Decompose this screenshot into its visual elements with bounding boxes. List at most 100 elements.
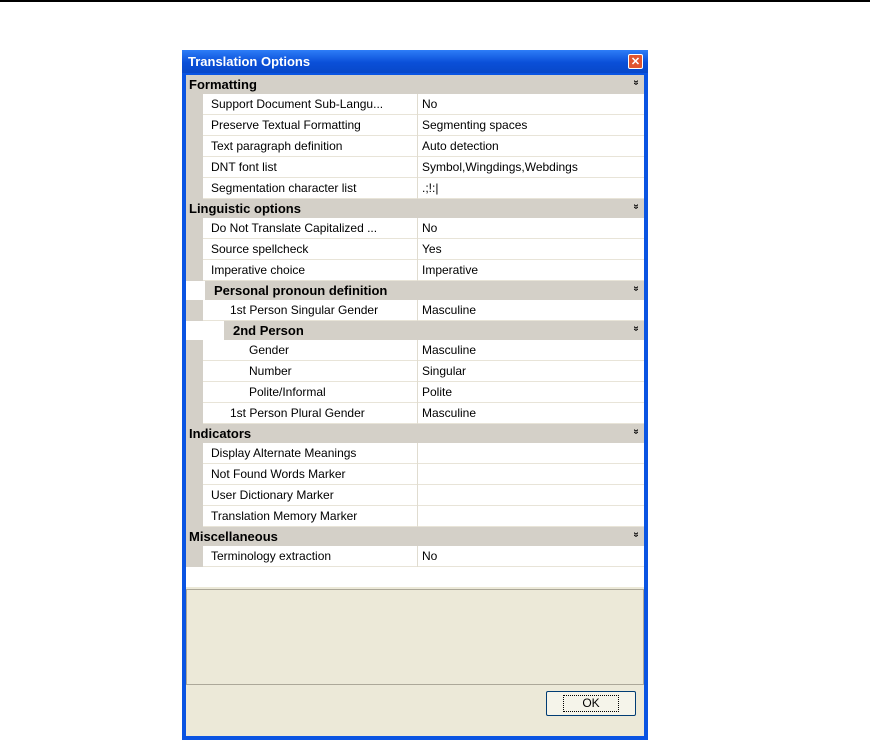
collapse-chevron-icon[interactable]: » [631, 204, 642, 210]
row-margin [186, 260, 203, 281]
category-label: Indicators [189, 426, 252, 441]
property-name: Polite/Informal [249, 385, 326, 399]
category-label: Personal pronoun definition [214, 283, 388, 298]
property-row[interactable]: Not Found Words Marker [186, 464, 644, 485]
column-divider[interactable] [417, 260, 418, 281]
row-margin [186, 464, 203, 485]
property-name: Imperative choice [211, 263, 306, 277]
property-value[interactable]: No [422, 549, 437, 563]
property-value[interactable]: Auto detection [422, 139, 499, 153]
property-row[interactable]: Number Singular [186, 361, 644, 382]
property-value[interactable]: Masculine [422, 303, 476, 317]
property-row[interactable]: Do Not Translate Capitalized ... No [186, 218, 644, 239]
column-divider[interactable] [417, 218, 418, 239]
title-bar[interactable]: Translation Options ✕ [182, 50, 648, 73]
property-grid: Formatting » Support Document Sub-Langu...… [186, 75, 644, 587]
column-divider[interactable] [417, 485, 418, 506]
property-row[interactable]: Preserve Textual Formatting Segmenting sp… [186, 115, 644, 136]
property-row[interactable]: Terminology extraction No [186, 546, 644, 567]
property-row[interactable]: DNT font list Symbol,Wingdings,Webdings [186, 157, 644, 178]
category-label: Linguistic options [189, 201, 301, 216]
property-row[interactable]: Text paragraph definition Auto detection [186, 136, 644, 157]
category-miscellaneous[interactable]: Miscellaneous » [186, 527, 644, 546]
property-name: Segmentation character list [211, 181, 357, 195]
collapse-chevron-icon[interactable]: » [631, 286, 642, 292]
row-margin [186, 443, 203, 464]
row-margin [186, 136, 203, 157]
property-value[interactable]: Symbol,Wingdings,Webdings [422, 160, 578, 174]
category-personal-pronoun-definition[interactable]: Personal pronoun definition » [205, 281, 644, 300]
column-divider[interactable] [417, 340, 418, 361]
property-row[interactable]: Translation Memory Marker [186, 506, 644, 527]
property-value[interactable]: .;!:| [422, 181, 438, 195]
row-margin [186, 361, 203, 382]
property-value[interactable]: Yes [422, 242, 442, 256]
category-linguistic-options[interactable]: Linguistic options » [186, 199, 644, 218]
row-margin [186, 239, 203, 260]
collapse-chevron-icon[interactable]: » [631, 429, 642, 435]
property-name: Display Alternate Meanings [211, 446, 357, 460]
column-divider[interactable] [417, 115, 418, 136]
collapse-chevron-icon[interactable]: » [631, 80, 642, 86]
category-formatting[interactable]: Formatting » [186, 75, 644, 94]
collapse-chevron-icon[interactable]: » [631, 326, 642, 332]
collapse-chevron-icon[interactable]: » [631, 532, 642, 538]
column-divider[interactable] [417, 94, 418, 115]
ok-button-label: OK [563, 695, 619, 712]
property-row[interactable]: 1st Person Plural Gender Masculine [186, 403, 644, 424]
property-row[interactable]: Source spellcheck Yes [186, 239, 644, 260]
column-divider[interactable] [417, 361, 418, 382]
property-value[interactable]: Imperative [422, 263, 478, 277]
property-name: Not Found Words Marker [211, 467, 346, 481]
row-margin [186, 157, 203, 178]
property-row[interactable]: Imperative choice Imperative [186, 260, 644, 281]
property-name: Support Document Sub-Langu... [211, 97, 384, 111]
row-margin [186, 115, 203, 136]
property-value[interactable]: No [422, 221, 437, 235]
column-divider[interactable] [417, 157, 418, 178]
row-margin [186, 178, 203, 199]
category-2nd-person[interactable]: 2nd Person » [224, 321, 644, 340]
property-name: Number [249, 364, 292, 378]
property-value[interactable]: Masculine [422, 406, 476, 420]
property-name: Preserve Textual Formatting [211, 118, 361, 132]
property-row[interactable]: User Dictionary Marker [186, 485, 644, 506]
property-name: Terminology extraction [211, 549, 332, 563]
property-value[interactable]: Segmenting spaces [422, 118, 527, 132]
top-rule [0, 0, 870, 2]
property-value[interactable]: Polite [422, 385, 452, 399]
column-divider[interactable] [417, 443, 418, 464]
property-row[interactable]: 1st Person Singular Gender Masculine [186, 300, 644, 321]
column-divider[interactable] [417, 403, 418, 424]
column-divider[interactable] [417, 546, 418, 567]
row-margin [186, 403, 203, 424]
property-row[interactable]: Segmentation character list .;!:| [186, 178, 644, 199]
row-margin [186, 218, 203, 239]
close-button[interactable]: ✕ [628, 54, 643, 69]
row-margin [186, 485, 203, 506]
column-divider[interactable] [417, 382, 418, 403]
property-value[interactable]: No [422, 97, 437, 111]
row-margin [186, 300, 203, 321]
column-divider[interactable] [417, 506, 418, 527]
category-label: Formatting [189, 77, 257, 92]
property-name: User Dictionary Marker [211, 488, 334, 502]
property-row[interactable]: Polite/Informal Polite [186, 382, 644, 403]
description-pane [186, 589, 644, 685]
column-divider[interactable] [417, 464, 418, 485]
dialog-title: Translation Options [188, 54, 311, 69]
column-divider[interactable] [417, 178, 418, 199]
property-name: 1st Person Plural Gender [230, 406, 365, 420]
column-divider[interactable] [417, 136, 418, 157]
property-row[interactable]: Gender Masculine [186, 340, 644, 361]
property-value[interactable]: Singular [422, 364, 466, 378]
dialog-client-area: Formatting » Support Document Sub-Langu...… [186, 75, 644, 736]
category-indicators[interactable]: Indicators » [186, 424, 644, 443]
ok-button[interactable]: OK [546, 691, 636, 716]
property-value[interactable]: Masculine [422, 343, 476, 357]
column-divider[interactable] [417, 300, 418, 321]
row-margin [186, 546, 203, 567]
column-divider[interactable] [417, 239, 418, 260]
property-row[interactable]: Support Document Sub-Langu... No [186, 94, 644, 115]
property-row[interactable]: Display Alternate Meanings [186, 443, 644, 464]
